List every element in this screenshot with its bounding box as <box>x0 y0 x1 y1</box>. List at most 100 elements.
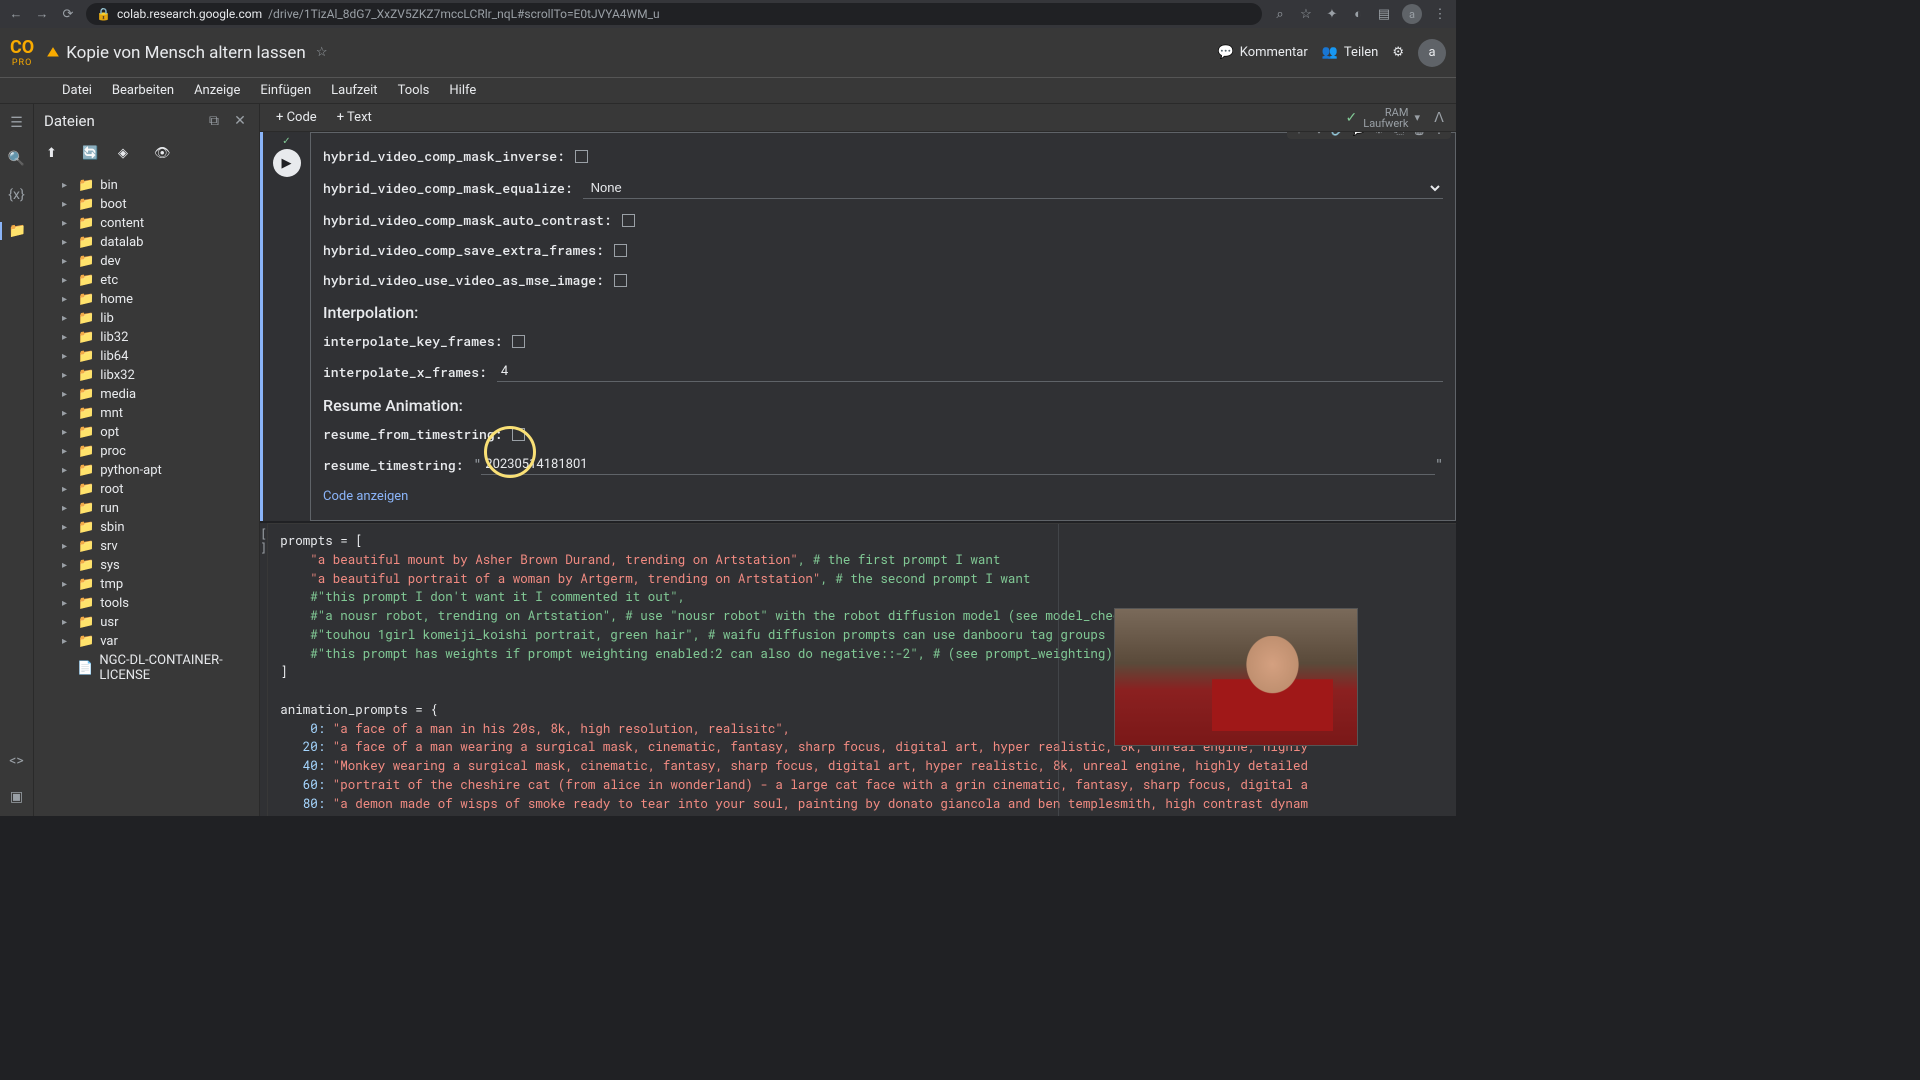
tree-item-home[interactable]: ▸📁home <box>34 290 259 309</box>
comment-cell-icon[interactable]: 💬 <box>1351 132 1367 137</box>
tree-item-lib32[interactable]: ▸📁lib32 <box>34 328 259 347</box>
profile-icon[interactable]: a <box>1402 4 1422 24</box>
close-sidebar-icon[interactable]: ✕ <box>231 112 249 130</box>
tree-item-usr[interactable]: ▸📁usr <box>34 613 259 632</box>
tree-item-boot[interactable]: ▸📁boot <box>34 195 259 214</box>
tree-item-opt[interactable]: ▸📁opt <box>34 423 259 442</box>
show-code-link[interactable]: Code anzeigen <box>323 481 1443 512</box>
menu-datei[interactable]: Datei <box>54 81 100 100</box>
back-icon[interactable]: ← <box>8 6 24 22</box>
share-button[interactable]: 👥Teilen <box>1322 45 1379 60</box>
label-mask-inverse: hybrid_video_comp_mask_inverse: <box>323 147 565 165</box>
files-icon[interactable]: 📁 <box>0 222 33 240</box>
mirror-icon[interactable]: ⎘ <box>1391 132 1407 137</box>
delete-icon[interactable]: 🗑 <box>1411 132 1427 137</box>
search-icon[interactable]: 🔍 <box>8 150 26 168</box>
form-cell: ✓ ▶ ↑ ↓ 🔗 💬 ⚙ ⎘ 🗑 ⋮ hybrid_video_comp_ma <box>260 132 1456 521</box>
add-text-button[interactable]: + Text <box>329 108 380 127</box>
incognito-icon[interactable]: ◐ <box>1350 6 1366 22</box>
tree-item-sbin[interactable]: ▸📁sbin <box>34 518 259 537</box>
ruler-line <box>1058 524 1059 816</box>
tree-item-etc[interactable]: ▸📁etc <box>34 271 259 290</box>
left-rail: ☰ 🔍 {x} 📁 <> ▣ <box>0 104 34 816</box>
tree-item-bin[interactable]: ▸📁bin <box>34 176 259 195</box>
extensions-icon[interactable]: ✦ <box>1324 6 1340 22</box>
tree-item-datalab[interactable]: ▸📁datalab <box>34 233 259 252</box>
tree-item-lib64[interactable]: ▸📁lib64 <box>34 347 259 366</box>
check-auto-contrast[interactable] <box>622 214 635 227</box>
files-sidebar: Dateien ⧉ ✕ ⬆ 🔄 ◈ 👁 ▸📁bin▸📁boot▸📁content… <box>34 104 260 816</box>
connection-status[interactable]: ✓ RAMLaufwerk ▾ <box>1346 107 1420 129</box>
move-down-icon[interactable]: ↓ <box>1311 132 1327 137</box>
tree-item-media[interactable]: ▸📁media <box>34 385 259 404</box>
check-mask-inverse[interactable] <box>575 150 588 163</box>
more-icon[interactable]: ⋮ <box>1431 132 1447 137</box>
tree-item-tmp[interactable]: ▸📁tmp <box>34 575 259 594</box>
refresh-icon[interactable]: 🔄 <box>82 146 100 164</box>
terminal-icon[interactable]: ▣ <box>8 788 26 806</box>
conn-dropdown-icon[interactable]: ▾ <box>1414 111 1420 124</box>
menu-tools[interactable]: Tools <box>390 81 438 100</box>
collapse-icon[interactable]: ᐱ <box>1430 109 1448 127</box>
mount-drive-icon[interactable]: ◈ <box>118 146 136 164</box>
select-mask-equalize[interactable]: None <box>583 177 1443 199</box>
link-icon[interactable]: 🔗 <box>1331 132 1347 137</box>
tree-item-var[interactable]: ▸📁var <box>34 632 259 651</box>
url-bar[interactable]: 🔒 colab.research.google.com/drive/1TizAl… <box>86 3 1262 25</box>
input-resume-ts[interactable] <box>481 455 1435 475</box>
tree-item-mnt[interactable]: ▸📁mnt <box>34 404 259 423</box>
tree-item-sys[interactable]: ▸📁sys <box>34 556 259 575</box>
run-cell-button[interactable]: ▶ <box>273 149 301 177</box>
forward-icon[interactable]: → <box>34 6 50 22</box>
tree-item-srv[interactable]: ▸📁srv <box>34 537 259 556</box>
star-icon[interactable]: ☆ <box>1298 6 1314 22</box>
colab-header: CO PRO Kopie von Mensch altern lassen ☆ … <box>0 28 1456 78</box>
translate-icon[interactable]: ⌕ <box>1272 6 1288 22</box>
menu-einfuegen[interactable]: Einfügen <box>252 81 319 100</box>
colab-logo[interactable]: CO PRO <box>10 37 34 68</box>
add-code-button[interactable]: + Code <box>268 108 325 127</box>
check-interp-key[interactable] <box>512 335 525 348</box>
menu-laufzeit[interactable]: Laufzeit <box>323 81 385 100</box>
settings-icon[interactable]: ⚙ <box>1392 45 1404 60</box>
upload-icon[interactable]: ⬆ <box>46 146 64 164</box>
browser-toolbar: ← → ⟳ 🔒 colab.research.google.com/drive/… <box>0 0 1456 28</box>
reload-icon[interactable]: ⟳ <box>60 6 76 22</box>
user-avatar[interactable]: a <box>1418 39 1446 67</box>
tree-item-libx32[interactable]: ▸📁libx32 <box>34 366 259 385</box>
menu-icon[interactable]: ⋮ <box>1432 6 1448 22</box>
check-mse-image[interactable] <box>614 274 627 287</box>
tree-item-lib[interactable]: ▸📁lib <box>34 309 259 328</box>
toggle-hidden-icon[interactable]: 👁 <box>154 146 172 164</box>
file-tree[interactable]: ▸📁bin▸📁boot▸📁content▸📁datalab▸📁dev▸📁etc▸… <box>34 172 259 816</box>
check-resume-from[interactable] <box>512 428 525 441</box>
move-up-icon[interactable]: ↑ <box>1291 132 1307 137</box>
new-window-icon[interactable]: ⧉ <box>205 112 223 130</box>
tree-item-NGC-DL-CONTAINER-LICENSE[interactable]: 📄NGC-DL-CONTAINER-LICENSE <box>34 651 259 685</box>
check-extra-frames[interactable] <box>614 244 627 257</box>
toc-icon[interactable]: ☰ <box>8 114 26 132</box>
lock-icon: 🔒 <box>96 7 111 21</box>
input-interp-x[interactable] <box>497 362 1443 382</box>
code-snippets-icon[interactable]: <> <box>8 752 26 770</box>
cell-gutter: ✓ ▶ <box>260 132 310 521</box>
tree-item-root[interactable]: ▸📁root <box>34 480 259 499</box>
tree-item-python-apt[interactable]: ▸📁python-apt <box>34 461 259 480</box>
menu-bearbeiten[interactable]: Bearbeiten <box>104 81 182 100</box>
side-panel-icon[interactable]: ▤ <box>1376 6 1392 22</box>
comment-icon: 💬 <box>1218 45 1234 60</box>
tree-item-dev[interactable]: ▸📁dev <box>34 252 259 271</box>
tree-item-tools[interactable]: ▸📁tools <box>34 594 259 613</box>
label-auto-contrast: hybrid_video_comp_mask_auto_contrast: <box>323 211 612 229</box>
tree-item-content[interactable]: ▸📁content <box>34 214 259 233</box>
variables-icon[interactable]: {x} <box>8 186 26 204</box>
cell-actions: ↑ ↓ 🔗 💬 ⚙ ⎘ 🗑 ⋮ <box>1287 132 1451 139</box>
settings-cell-icon[interactable]: ⚙ <box>1371 132 1387 137</box>
menu-hilfe[interactable]: Hilfe <box>441 81 484 100</box>
star-document-icon[interactable]: ☆ <box>316 45 328 60</box>
menu-anzeige[interactable]: Anzeige <box>186 81 248 100</box>
tree-item-proc[interactable]: ▸📁proc <box>34 442 259 461</box>
comment-button[interactable]: 💬Kommentar <box>1218 45 1308 60</box>
tree-item-run[interactable]: ▸📁run <box>34 499 259 518</box>
document-title[interactable]: Kopie von Mensch altern lassen <box>66 43 306 63</box>
